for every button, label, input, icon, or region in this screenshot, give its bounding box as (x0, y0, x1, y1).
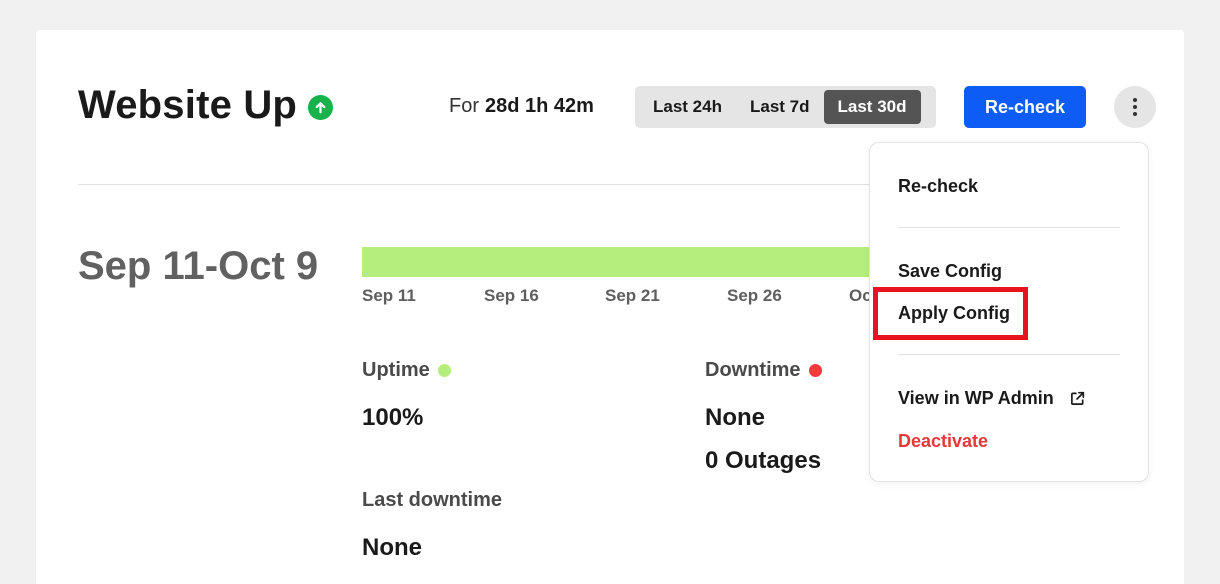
axis-tick: Sep 21 (605, 286, 660, 305)
axis-tick: Sep 16 (484, 286, 539, 305)
menu-divider (898, 354, 1120, 355)
menu-item-deactivate[interactable]: Deactivate (898, 431, 988, 452)
menu-divider (898, 227, 1120, 228)
arrow-up-circle-icon (308, 95, 333, 120)
downtime-value: None (705, 404, 765, 431)
outages-value: 0 Outages (705, 447, 822, 474)
downtime-label: Downtime (705, 359, 822, 382)
menu-item-save-config[interactable]: Save Config (898, 261, 1002, 282)
uptime-duration: For 28d 1h 42m (449, 95, 594, 118)
menu-item-view-wp-admin[interactable]: View in WP Admin (898, 388, 1085, 409)
uptime-value: 100% (362, 404, 424, 431)
downtime-label-text: Downtime (705, 359, 801, 381)
menu-item-apply-config[interactable]: Apply Config (898, 303, 1010, 324)
last-downtime-value: None (362, 534, 422, 561)
more-vertical-icon[interactable] (1114, 86, 1156, 128)
external-link-icon (1070, 391, 1085, 406)
period-label: Sep 11-Oct 9 (78, 244, 319, 288)
axis-tick: Sep 11 (362, 286, 416, 305)
menu-item-view-wp-admin-label: View in WP Admin (898, 388, 1054, 408)
uptime-dot-icon (437, 364, 451, 377)
time-range-selector: Last 24h Last 7d Last 30d (635, 86, 936, 128)
uptime-label: Uptime (362, 359, 451, 382)
last-downtime-label-text: Last downtime (362, 489, 503, 511)
recheck-button[interactable]: Re-check (964, 86, 1086, 128)
tab-last-30d[interactable]: Last 30d (823, 90, 921, 124)
downtime-dot-icon (808, 364, 822, 377)
axis-tick: Sep 26 (727, 286, 782, 305)
tab-last-24h[interactable]: Last 24h (639, 90, 736, 124)
page-title: Website Up (78, 83, 298, 127)
uptime-label-text: Uptime (362, 359, 430, 381)
tab-last-7d[interactable]: Last 7d (736, 90, 824, 124)
duration-value: 28d 1h 42m (485, 95, 594, 117)
menu-item-recheck[interactable]: Re-check (898, 176, 978, 197)
last-downtime-label: Last downtime (362, 489, 502, 512)
actions-dropdown-menu: Re-check Save Config Apply Config View i… (869, 142, 1149, 482)
duration-prefix: For (449, 95, 479, 117)
